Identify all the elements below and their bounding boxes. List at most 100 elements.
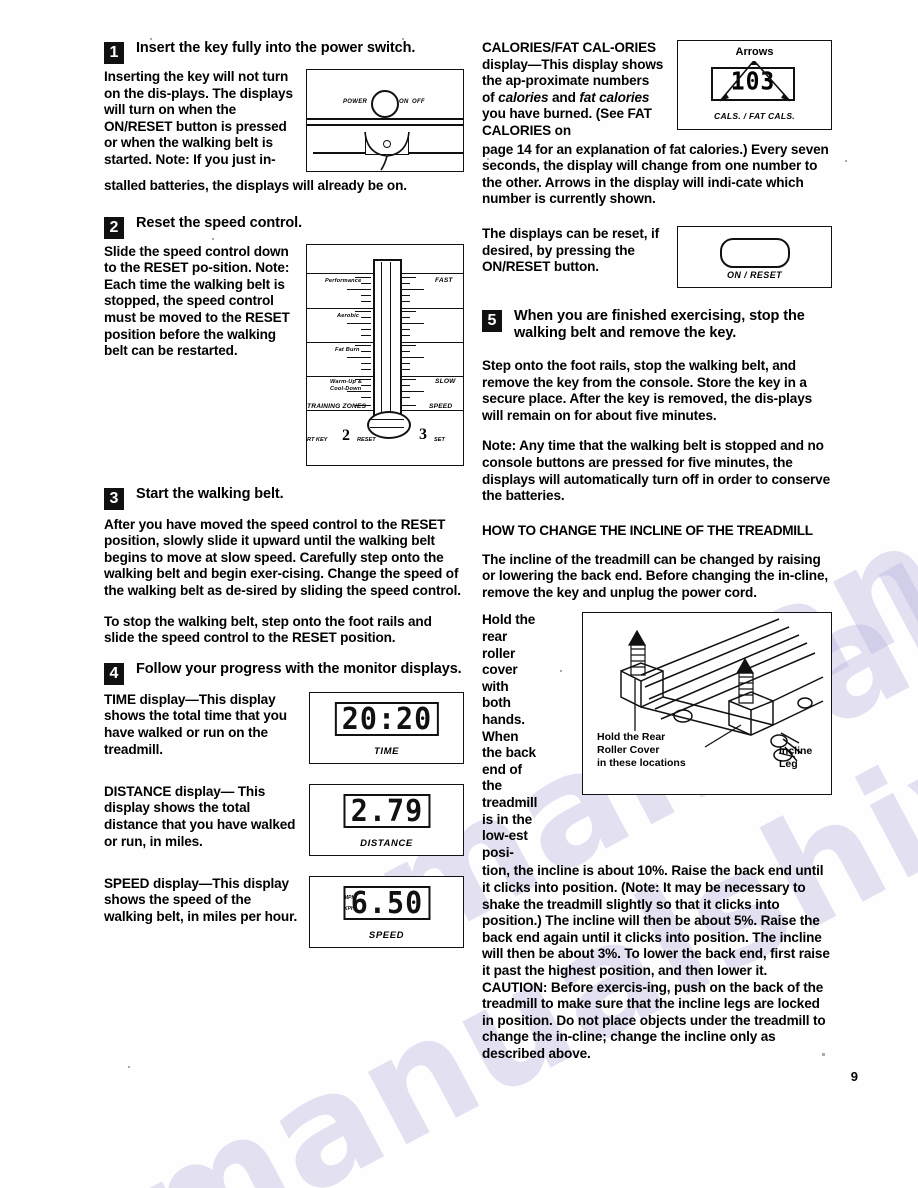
step-1-body: POWER ON OFF Inserting the key will not … bbox=[104, 69, 464, 176]
incline-diagram-figure: Hold the Rear Roller Cover in these loca… bbox=[582, 612, 832, 796]
tick-mark bbox=[400, 282, 410, 285]
speed-lcd-panel: MPH KPH 6.50 bbox=[342, 885, 431, 920]
tick-mark bbox=[400, 334, 410, 337]
left-column: 1 Insert the key fully into the power sw… bbox=[104, 40, 464, 952]
step-5-para-2: Note: Any time that the walking belt is … bbox=[482, 438, 830, 504]
step-1-full-text: stalled batteries, the displays will alr… bbox=[104, 178, 407, 193]
step-heading: Follow your progress with the monitor di… bbox=[136, 660, 462, 677]
tick-mark bbox=[361, 316, 371, 319]
knob-groove bbox=[370, 426, 404, 428]
incline-label-leg-line1: Incline bbox=[779, 745, 813, 758]
scan-speck bbox=[845, 160, 847, 162]
reset-block: ON / RESET The displays can be reset, if… bbox=[482, 225, 832, 292]
slider-knob-icon[interactable] bbox=[367, 410, 411, 439]
calories-display-figure: Arrows 103 CALS. / FAT CALS. bbox=[677, 40, 832, 130]
speed-display-figure: MPH KPH 6.50 SPEED bbox=[309, 875, 464, 948]
incline-full-text: tion, the incline is about 10%. Raise th… bbox=[482, 863, 830, 1061]
step-1: 1 Insert the key fully into the power sw… bbox=[104, 40, 464, 64]
tick-mark bbox=[347, 288, 371, 291]
tick-mark bbox=[347, 322, 371, 325]
calories-text-part2: you have burned. (See FAT CALORIES on bbox=[482, 106, 652, 138]
tick-mark bbox=[400, 396, 410, 399]
time-display-block: 20:20 TIME TIME display—This display sho… bbox=[104, 691, 464, 768]
training-zones-title: TRAINING ZONES bbox=[307, 402, 367, 410]
speed-display-block: MPH KPH 6.50 SPEED SPEED display—This di… bbox=[104, 875, 464, 952]
distance-lcd-label: DISTANCE bbox=[360, 837, 413, 849]
incline-label-cover-line1: Hold the Rear bbox=[597, 731, 666, 744]
step-number: 1 bbox=[104, 42, 124, 64]
tick-mark bbox=[400, 368, 410, 371]
tick-mark bbox=[400, 328, 410, 331]
right-column: Arrows 103 CALS. / FAT CALS. CALORIES/FA… bbox=[482, 40, 832, 1063]
incline-section-heading: HOW TO CHANGE THE INCLINE OF THE TREADMI… bbox=[482, 522, 813, 538]
calories-block: Arrows 103 CALS. / FAT CALS. CALORIES/FA… bbox=[482, 40, 832, 140]
tick-mark bbox=[347, 356, 371, 359]
step-2-narrow-text: Slide the speed control down to the RESE… bbox=[104, 243, 290, 359]
tick-mark bbox=[361, 350, 371, 353]
distance-lcd-panel: 2.79 bbox=[342, 793, 431, 829]
scan-speck bbox=[487, 158, 489, 160]
scan-speck bbox=[355, 554, 357, 556]
power-switch-figure: POWER ON OFF bbox=[306, 69, 464, 172]
arrows-label: Arrows bbox=[735, 46, 774, 58]
zone-label-fatburn: Fat Burn bbox=[335, 346, 360, 353]
step-number: 5 bbox=[482, 309, 502, 332]
zone-label-aerobic: Aerobic bbox=[337, 312, 360, 319]
time-lcd-panel: 20:20 bbox=[334, 701, 439, 737]
tick-mark bbox=[361, 396, 371, 399]
speed-lcd-label: SPEED bbox=[368, 929, 405, 941]
zone-label-warmup: Warm-Up & bbox=[330, 378, 363, 385]
callout-set: SET bbox=[434, 436, 445, 443]
step-heading: Insert the key fully into the power swit… bbox=[136, 40, 416, 56]
tick-mark bbox=[361, 334, 371, 337]
tick-mark bbox=[400, 362, 410, 365]
calories-narrow-text: CALORIES/FAT CAL-ORIES display—This disp… bbox=[482, 40, 664, 140]
console-edge-line bbox=[307, 124, 463, 126]
step-heading: When you are finished exercising, stop t… bbox=[514, 307, 805, 341]
knob-groove bbox=[370, 418, 404, 420]
tick-mark bbox=[400, 404, 416, 407]
calories-italic-calories: calories bbox=[498, 89, 549, 105]
speed-control-figure: Performance Aerobic Fat Burn Warm-Up & C… bbox=[306, 243, 464, 466]
calories-full-text: page 14 for an explanation of fat calori… bbox=[482, 141, 829, 207]
tick-mark bbox=[400, 316, 410, 319]
incline-label-cover-line2: Roller Cover bbox=[597, 744, 660, 757]
distance-digits: 2.79 bbox=[350, 793, 423, 829]
step-number: 4 bbox=[104, 662, 124, 685]
distance-display-block: 2.79 DISTANCE DISTANCE display— This dis… bbox=[104, 783, 464, 860]
reset-note-text: The displays can be reset, if desired, b… bbox=[482, 225, 659, 275]
tick-mark bbox=[400, 310, 416, 313]
tick-mark bbox=[361, 282, 371, 285]
tick-mark bbox=[361, 384, 371, 387]
scan-speck bbox=[212, 238, 214, 240]
scan-speck bbox=[303, 560, 305, 562]
step-5: 5 When you are finished exercising, stop… bbox=[482, 308, 832, 342]
incline-label-cover-line3: in these locations bbox=[597, 757, 686, 770]
tick-mark bbox=[361, 328, 371, 331]
tick-mark bbox=[400, 294, 410, 297]
tick-mark bbox=[400, 276, 416, 279]
step-3-para-2: To stop the walking belt, step onto the … bbox=[104, 613, 432, 646]
tick-mark bbox=[400, 378, 416, 381]
incline-narrow-text: Hold the rear roller cover with both han… bbox=[482, 612, 538, 860]
scan-speck bbox=[560, 670, 562, 672]
on-reset-button-icon[interactable] bbox=[720, 237, 790, 268]
arrow-pointer-lines-icon bbox=[719, 61, 791, 102]
step-number: 2 bbox=[104, 216, 124, 239]
power-switch-knob-icon bbox=[371, 90, 399, 118]
tick-mark bbox=[361, 300, 371, 303]
distance-description: DISTANCE display— This display shows the… bbox=[104, 783, 296, 849]
step-3: 3 Start the walking belt. bbox=[104, 486, 464, 510]
tick-mark bbox=[400, 350, 410, 353]
time-digits: 20:20 bbox=[341, 701, 432, 737]
step-2: 2 Reset the speed control. bbox=[104, 215, 464, 239]
incline-intro-text: The incline of the treadmill can be chan… bbox=[482, 551, 828, 600]
callout-number-2: 2 bbox=[342, 426, 350, 444]
tick-mark bbox=[361, 362, 371, 365]
tick-mark bbox=[400, 288, 424, 291]
calories-text-and: and bbox=[548, 89, 580, 105]
tick-mark bbox=[400, 322, 424, 325]
step-2-body: Performance Aerobic Fat Burn Warm-Up & C… bbox=[104, 243, 464, 470]
on-reset-figure: ON / RESET bbox=[677, 225, 832, 288]
time-lcd-label: TIME bbox=[373, 745, 400, 757]
